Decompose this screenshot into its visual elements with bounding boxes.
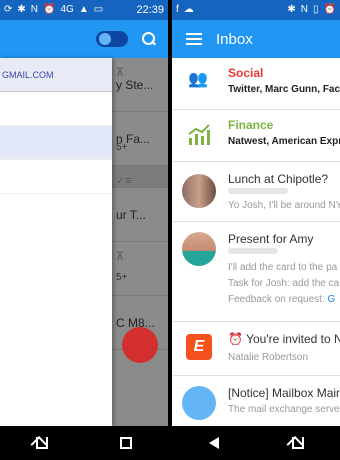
email-subject: Present for Amy [228,232,314,246]
compose-fab[interactable] [122,327,158,363]
email-item[interactable]: E ⏰ You're invited to Na Natalie Roberts… [172,322,340,376]
email-snippet: The mail exchange server [228,404,340,415]
bundle-social[interactable]: 👥 Social Twitter, Marc Gunn, Face [172,58,340,110]
menu-icon[interactable] [186,33,202,45]
pin-icon: ⊼ [116,67,125,79]
search-icon[interactable] [142,32,156,46]
nfc-icon: N [300,4,309,15]
inbox-list: 👥 Social Twitter, Marc Gunn, Face Financ… [172,58,340,426]
status-bar: f ☁ ✱ N ▯ ⏰ [172,0,340,20]
reminder-icon: ⏰ [228,332,243,346]
cloud-check-icon: ☁ [183,4,194,15]
bundle-senders: Twitter, Marc Gunn, Face [228,84,340,95]
account-email[interactable]: GMAIL.COM [0,58,112,92]
pin-icon: ⊼ [116,251,125,263]
list-item-text: y Ste... [116,78,154,92]
email-sender: Natalie Robertson [228,352,309,363]
app-bar [0,20,168,58]
pin-icon [99,33,111,45]
drawer-item[interactable] [0,160,112,194]
email-subject: [Notice] Mailbox Main [228,386,340,400]
sync-icon: ⟳ [4,4,13,15]
email-snippet: Task for Josh: add the ca [228,278,340,289]
email-subject: ⏰ You're invited to Na [228,332,340,346]
network-type: 4G [60,4,74,15]
finance-chart-icon [188,124,210,145]
page-title: Inbox [216,30,253,48]
email-subject: Lunch at Chipotle? [228,172,329,186]
status-bar: ⟳ ✱ N ⏰ 4G ▲ ▭ 22:39 [0,0,168,20]
email-item[interactable]: Lunch at Chipotle? Yo Josh, I'll be arou… [172,162,340,222]
item-count: 5+ [116,272,128,283]
bundle-title: Finance [228,118,274,132]
facebook-icon: f [176,4,179,15]
list-item-text: ur T... [116,208,146,222]
signal-icon: ▲ [78,4,89,15]
done-all-icon: ✓≡ [116,175,132,187]
email-item[interactable]: [Notice] Mailbox Main The mail exchange … [172,376,340,426]
right-phone-screen: f ☁ ✱ N ▯ ⏰ Inbox 👥 Social Twitter, Marc… [172,0,340,460]
drawer-item[interactable] [0,92,112,126]
clock: 22:39 [136,4,164,16]
item-count: 5+ [116,142,128,153]
drawer-item-selected[interactable] [0,126,112,160]
app-bar: Inbox [172,20,340,58]
home-icon[interactable] [291,437,304,449]
avatar [182,386,216,420]
avatar [182,232,216,266]
bluetooth-icon: ✱ [287,4,296,15]
email-item[interactable]: Present for Amy I'll add the card to the… [172,222,340,322]
social-people-icon: 👥 [188,71,208,88]
system-nav-bar [172,426,340,460]
bundle-senders: Natwest, American Expre [228,136,340,147]
alarm-icon: ⏰ [323,4,336,15]
avatar [182,174,216,208]
blurred-recipients [228,248,278,254]
vibrate-icon: ▯ [313,4,319,15]
email-subject-text: You're invited to Na [246,332,340,346]
bundle-finance[interactable]: Finance Natwest, American Expre [172,110,340,162]
email-snippet: Feedback on request: G [228,294,335,305]
email-snippet: Yo Josh, I'll be around NY [228,200,340,211]
system-nav-bar [0,426,168,460]
home-icon[interactable] [36,437,48,449]
snippet-text: Feedback on request: [228,294,325,305]
pin-toggle[interactable] [96,31,128,47]
snippet-link[interactable]: G [328,294,336,305]
battery-icon: ▭ [93,4,104,15]
navigation-drawer: GMAIL.COM [0,58,112,426]
blurred-recipients [228,188,288,194]
left-phone-screen: ⟳ ✱ N ⏰ 4G ▲ ▭ 22:39 y Ste... ⊼ n Fa... … [0,0,168,460]
recents-icon[interactable] [120,437,132,449]
bluetooth-icon: ✱ [17,4,26,15]
back-icon[interactable] [208,437,219,449]
email-snippet: I'll add the card to the pa [228,262,338,273]
bundle-title: Social [228,66,264,80]
alarm-icon: ⏰ [43,4,56,15]
nfc-icon: N [30,4,39,15]
eventbrite-icon: E [186,334,212,360]
